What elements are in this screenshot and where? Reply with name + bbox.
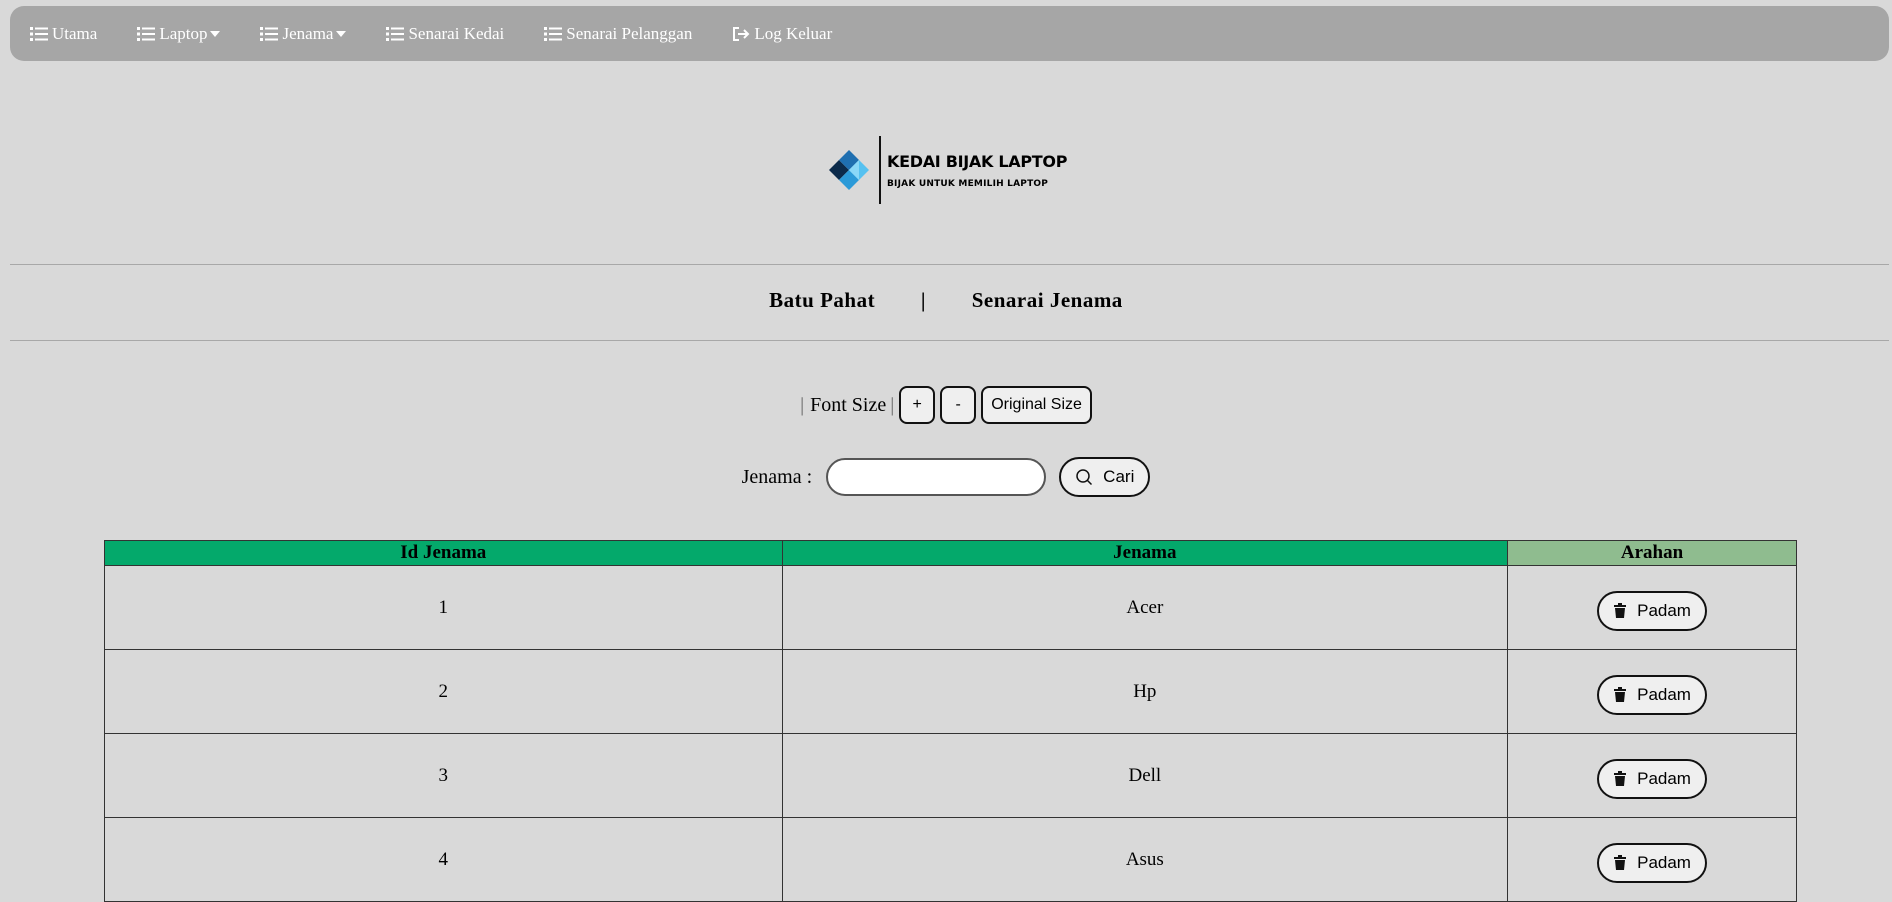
- trash-icon: [1614, 855, 1627, 870]
- delete-button[interactable]: Padam: [1597, 842, 1708, 883]
- list-icon: [386, 26, 405, 41]
- cell-arahan: Padam: [1507, 817, 1797, 902]
- nav-utama[interactable]: Utama: [30, 24, 97, 44]
- list-icon: [30, 26, 48, 41]
- divider-top: [10, 264, 1889, 265]
- delete-button[interactable]: Padam: [1597, 758, 1708, 799]
- title-separator: |: [920, 288, 926, 312]
- logo-diamond-icon: [815, 145, 875, 195]
- logo-subtitle: BIJAK UNTUK MEMILIH LAPTOP: [887, 178, 1049, 189]
- delete-button[interactable]: Padam: [1597, 590, 1708, 631]
- search-icon: [1076, 469, 1093, 486]
- cell-id: 3: [104, 733, 783, 818]
- column-header-jenama: Jenama: [781, 540, 1509, 566]
- font-reset-button[interactable]: Original Size: [981, 386, 1092, 424]
- font-size-label: Font Size: [810, 393, 887, 416]
- font-size-controls: | Font Size | + - Original Size: [0, 386, 1892, 424]
- nav-senarai-pelanggan-label: Senarai Pelanggan: [566, 23, 693, 43]
- divider-bottom: [10, 340, 1889, 341]
- search-input[interactable]: [826, 458, 1047, 496]
- search-bar: Jenama : Cari: [0, 457, 1892, 497]
- nav-laptop-label: Laptop: [159, 23, 208, 43]
- delete-button[interactable]: Padam: [1597, 674, 1708, 715]
- nav-laptop-dropdown[interactable]: Laptop: [137, 23, 221, 44]
- page-title: Batu Pahat | Senarai Jenama: [0, 288, 1892, 313]
- trash-icon: [1614, 771, 1627, 786]
- top-navbar: Utama Laptop Jenama Senarai Kedai Senara…: [10, 6, 1889, 61]
- logo-divider: [879, 136, 881, 204]
- table-row: 3 Dell Padam: [104, 733, 1797, 818]
- cell-id: 2: [104, 649, 783, 734]
- page-heading: Senarai Jenama: [971, 288, 1123, 312]
- delete-button-label: Padam: [1637, 600, 1691, 620]
- cell-arahan: Padam: [1507, 733, 1797, 818]
- cell-id: 1: [104, 565, 783, 650]
- brand-table: Id Jenama Jenama Arahan 1 Acer Padam 2 H…: [104, 540, 1797, 902]
- search-button[interactable]: Cari: [1059, 457, 1151, 497]
- font-increase-button[interactable]: +: [899, 386, 936, 424]
- nav-senarai-kedai[interactable]: Senarai Kedai: [386, 24, 504, 44]
- font-decrease-button[interactable]: -: [940, 386, 977, 424]
- table-row: 1 Acer Padam: [104, 565, 1797, 650]
- delete-button-label: Padam: [1637, 684, 1691, 704]
- cell-jenama: Acer: [781, 565, 1509, 650]
- nav-senarai-pelanggan[interactable]: Senarai Pelanggan: [544, 24, 692, 44]
- column-header-arahan: Arahan: [1507, 540, 1797, 566]
- delete-button-label: Padam: [1637, 768, 1691, 788]
- shop-logo: KEDAI BIJAK LAPTOP BIJAK UNTUK MEMILIH L…: [815, 133, 1080, 207]
- table-row: 2 Hp Padam: [104, 649, 1797, 734]
- nav-log-keluar[interactable]: Log Keluar: [732, 24, 832, 44]
- trash-icon: [1614, 687, 1627, 702]
- caret-down-icon: [210, 30, 221, 37]
- nav-jenama-label: Jenama: [282, 23, 334, 43]
- nav-utama-label: Utama: [52, 23, 98, 43]
- cell-arahan: Padam: [1507, 565, 1797, 650]
- cell-arahan: Padam: [1507, 649, 1797, 734]
- cell-jenama: Asus: [781, 817, 1509, 902]
- caret-down-icon: [336, 30, 347, 37]
- nav-log-keluar-label: Log Keluar: [754, 23, 833, 43]
- table-header-row: Id Jenama Jenama Arahan: [104, 540, 1797, 566]
- list-icon: [137, 26, 156, 41]
- delete-button-label: Padam: [1637, 852, 1691, 872]
- sign-out-icon: [733, 26, 750, 41]
- nav-senarai-kedai-label: Senarai Kedai: [408, 23, 505, 43]
- cell-id: 4: [104, 817, 783, 902]
- cell-jenama: Hp: [781, 649, 1509, 734]
- branch-name: Batu Pahat: [769, 288, 876, 312]
- cell-jenama: Dell: [781, 733, 1509, 818]
- nav-jenama-dropdown[interactable]: Jenama: [260, 23, 347, 44]
- list-icon: [544, 26, 563, 41]
- search-button-label: Cari: [1103, 467, 1135, 486]
- trash-icon: [1614, 603, 1627, 618]
- table-row: 4 Asus Padam: [104, 817, 1797, 902]
- logo-title: KEDAI BIJAK LAPTOP: [887, 151, 1068, 171]
- list-icon: [260, 26, 279, 41]
- search-label: Jenama :: [741, 465, 813, 488]
- column-header-id: Id Jenama: [104, 540, 783, 566]
